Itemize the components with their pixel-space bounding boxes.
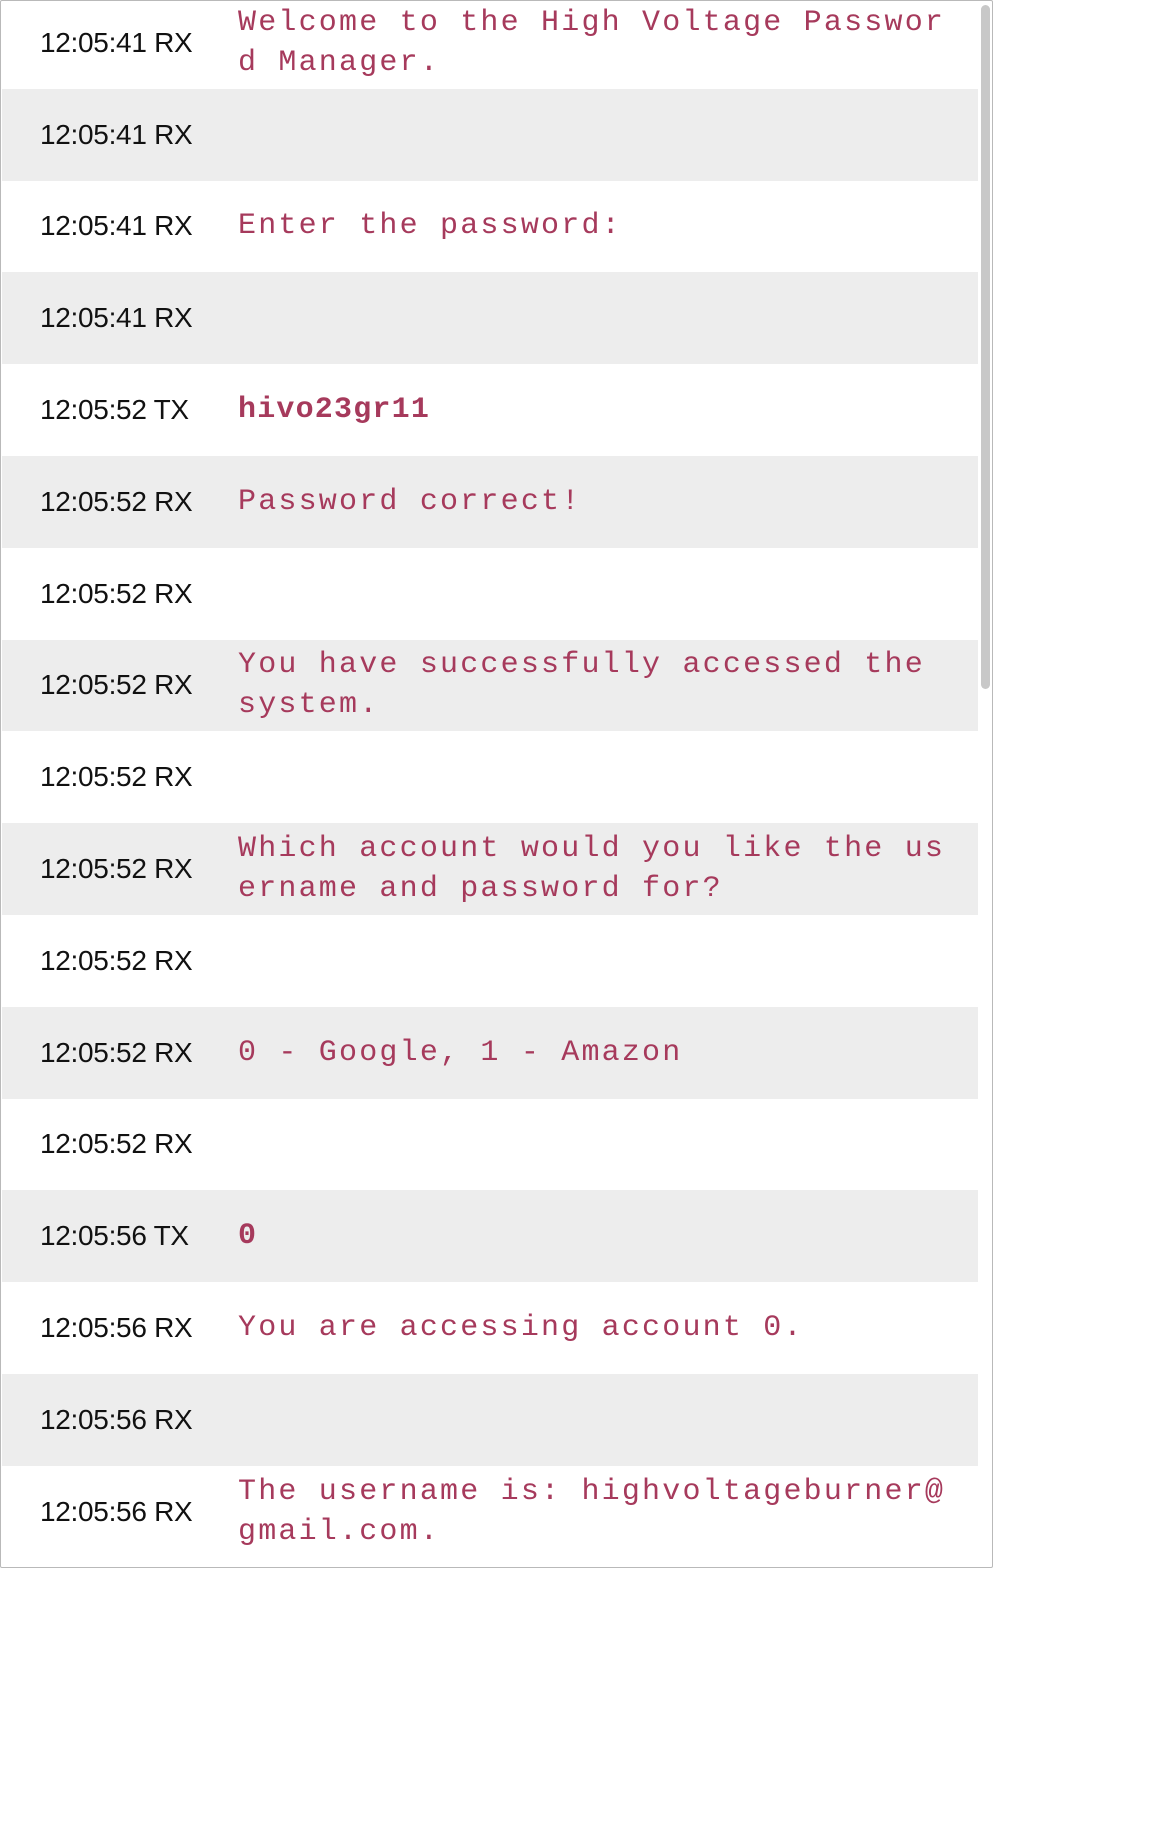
log-direction: RX [154,26,193,58]
log-time: 12:05:41 [40,26,147,58]
log-time: 12:05:41 [40,118,147,150]
log-row: 12:05:56 RX [2,1373,978,1466]
log-time: 12:05:41 [40,210,147,242]
log-time: 12:05:52 [40,669,147,701]
log-timestamp: 12:05:52 RX [2,669,238,701]
log-timestamp: 12:05:52 RX [2,853,238,885]
log-row: 12:05:52 RX Password correct! [2,455,978,548]
log-row: 12:05:56 RX The username is: highvoltageb… [2,1465,978,1558]
log-row: 12:05:52 RX Which account would you like … [2,823,978,915]
log-direction: RX [154,761,193,793]
log-message-received: You have successfully accessed the syste… [238,648,946,723]
log-row: 12:05:52 RX [2,731,978,824]
log-timestamp: 12:05:52 RX [2,945,238,977]
log-message-received: Welcome to the High Voltage Password Man… [238,5,946,80]
log-row: 12:05:52 RX [2,1098,978,1191]
log-timestamp: 12:05:56 RX [2,1312,238,1344]
log-direction: RX [154,302,193,334]
log-direction: RX [154,1403,193,1435]
log-direction: RX [154,669,193,701]
log-timestamp: 12:05:41 RX [2,302,238,334]
vertical-scrollbar[interactable] [981,5,990,689]
log-row: 12:05:52 TX hivo23gr11 [2,364,978,456]
log-direction: RX [154,485,193,517]
log-direction: RX [154,118,193,150]
log-timestamp: 12:05:52 RX [2,486,238,518]
log-time: 12:05:52 [40,761,147,793]
log-row: 12:05:56 TX 0 [2,1190,978,1283]
log-direction: RX [154,210,193,242]
log-direction: RX [154,1036,193,1068]
log-direction: RX [154,1128,193,1160]
log-row: 12:05:41 RX Welcome to the High Voltage P… [2,1,978,89]
log-timestamp: 12:05:56 RX [2,1404,238,1436]
log-timestamp: 12:05:56 TX [2,1220,238,1252]
log-row: 12:05:56 RX You are accessing account 0. [2,1282,978,1374]
log-row: 12:05:41 RX [2,272,978,365]
log-message-received: 0 - Google, 1 - Amazon [238,1035,683,1070]
log-message-received: The username is: highvoltageburner@gmail… [238,1474,946,1549]
log-direction: RX [154,1495,193,1527]
log-timestamp: 12:05:56 RX [2,1496,238,1528]
log-timestamp: 12:05:41 RX [2,210,238,242]
log-row: 12:05:52 RX [2,547,978,640]
log-row: 12:05:41 RX Enter the password: [2,180,978,273]
log-timestamp: 12:05:52 RX [2,1128,238,1160]
log-timestamp: 12:05:52 RX [2,578,238,610]
log-time: 12:05:52 [40,1036,147,1068]
log-timestamp: 12:05:52 RX [2,1037,238,1069]
log-time: 12:05:56 [40,1220,147,1252]
log-timestamp: 12:05:52 TX [2,394,238,426]
log-direction: RX [154,1312,193,1344]
log-message-received: Password correct! [238,484,582,519]
log-direction: RX [154,853,193,885]
log-timestamp: 12:05:41 RX [2,27,238,59]
log-timestamp: 12:05:41 RX [2,119,238,151]
log-message-sent: 0 [238,1219,258,1254]
log-row: 12:05:52 RX You have successfully accesse… [2,639,978,732]
log-time: 12:05:56 [40,1403,147,1435]
log-time: 12:05:52 [40,394,147,426]
log-time: 12:05:52 [40,853,147,885]
log-row: 12:05:52 RX 0 - Google, 1 - Amazon [2,1006,978,1099]
log-row: 12:05:41 RX [2,88,978,181]
log-direction: TX [153,394,189,426]
log-message-received: Which account would you like the usernam… [238,832,946,907]
log-time: 12:05:41 [40,302,147,334]
log-direction: TX [153,1220,189,1252]
log-time: 12:05:52 [40,1128,147,1160]
log-timestamp: 12:05:52 RX [2,761,238,793]
message-log: 12:05:41 RX Welcome to the High Voltage P… [2,1,978,1558]
log-message-received: Enter the password: [238,209,622,244]
log-time: 12:05:52 [40,577,147,609]
log-direction: RX [154,577,193,609]
serial-log-panel[interactable]: 12:05:41 RX Welcome to the High Voltage P… [0,0,993,1568]
log-time: 12:05:52 [40,944,147,976]
log-message-received: You are accessing account 0. [238,1311,804,1346]
log-time: 12:05:52 [40,485,147,517]
log-time: 12:05:56 [40,1495,147,1527]
log-time: 12:05:56 [40,1312,147,1344]
log-row: 12:05:52 RX [2,914,978,1007]
log-direction: RX [154,944,193,976]
log-message-sent: hivo23gr11 [238,393,431,428]
